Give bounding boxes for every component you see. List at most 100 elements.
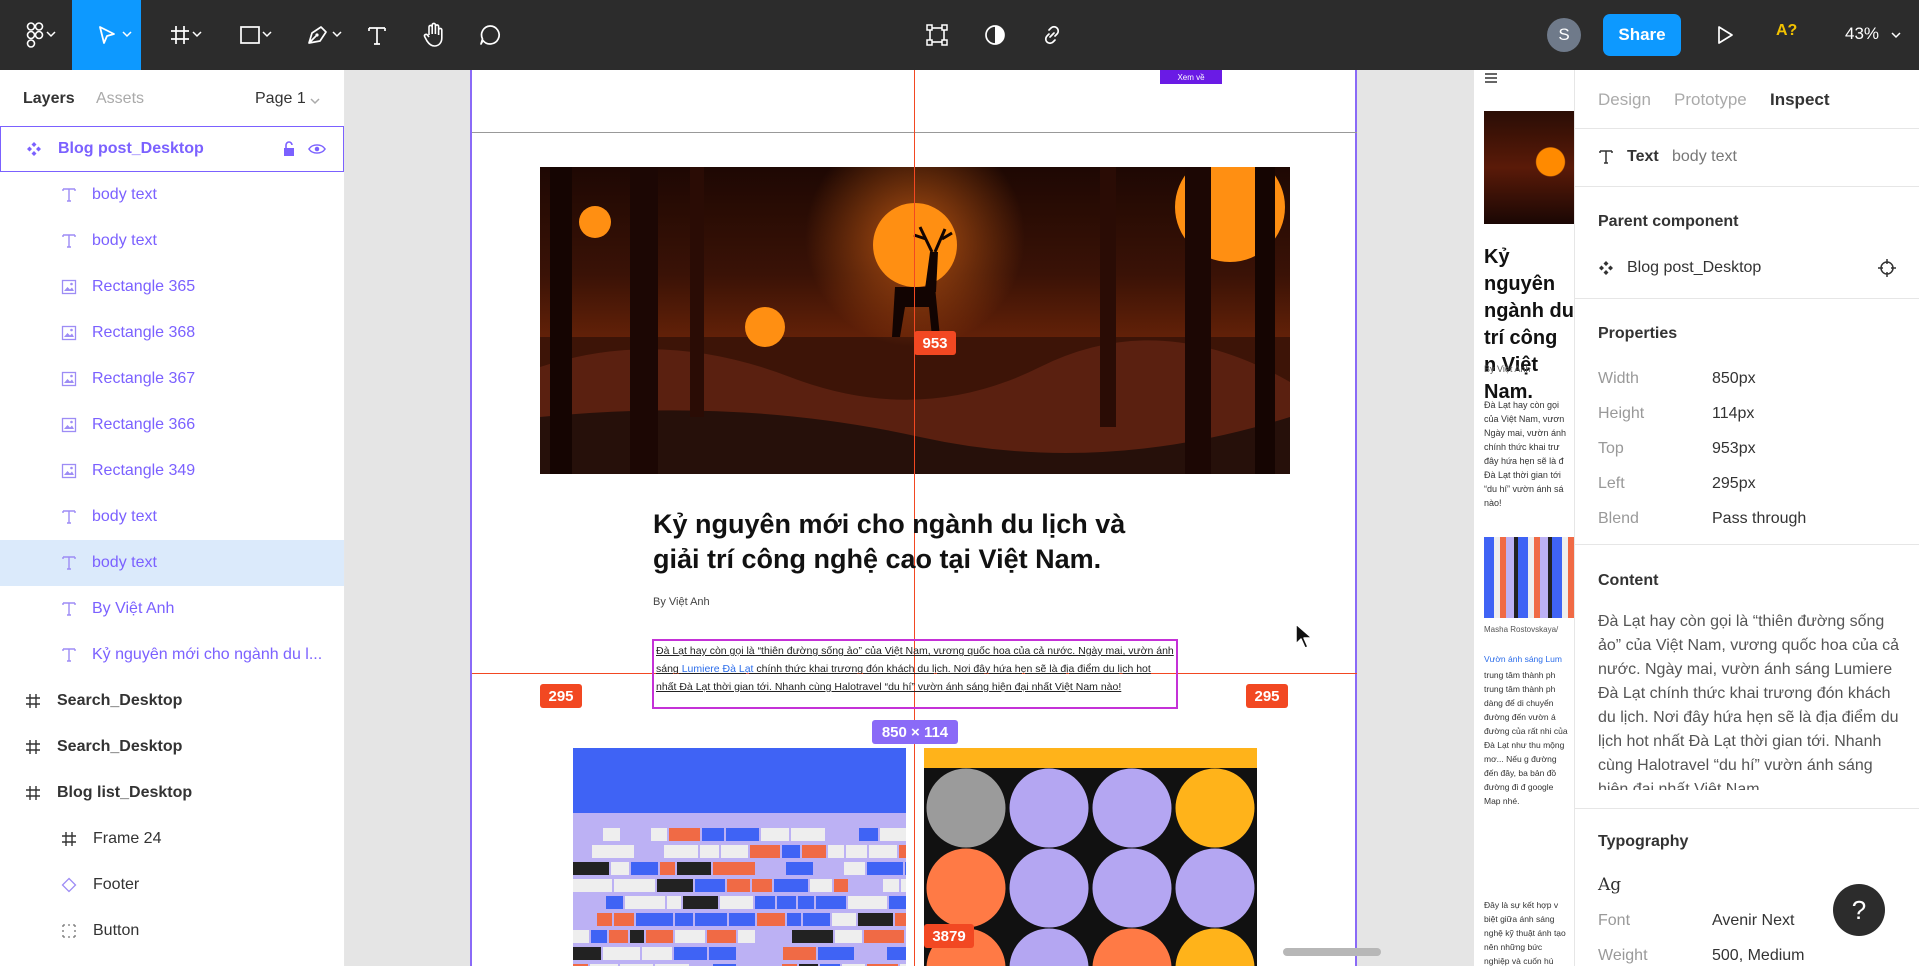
mobile-hero-image: [1484, 111, 1574, 224]
pen-tool-button[interactable]: [290, 0, 346, 70]
layer-item[interactable]: body text: [0, 172, 344, 218]
property-value[interactable]: 295px: [1712, 475, 1756, 493]
header-cta-button[interactable]: Xem về: [1160, 70, 1222, 84]
selected-body-text[interactable]: Đà Lạt hay còn gọi là “thiên đường sống …: [652, 639, 1178, 709]
page-name: Page 1: [255, 90, 306, 107]
stripe-block: [869, 845, 897, 858]
layer-label: Rectangle 367: [92, 370, 196, 387]
main-menu-button[interactable]: [10, 0, 60, 70]
article-headline[interactable]: Kỷ nguyên mới cho ngành du lịch và giải …: [653, 507, 1173, 577]
stripe-block: [883, 879, 899, 892]
measure-left-badge: 295: [540, 684, 582, 708]
mobile-title: Kỷ nguyên ngành du trí công n Việt Nam.: [1484, 246, 1574, 403]
stripe-block: [707, 930, 736, 943]
pattern-image-rectangle-365[interactable]: [573, 748, 906, 966]
stripe-block: [573, 862, 609, 875]
mobile-pattern-image: [1484, 537, 1574, 618]
tab-inspect[interactable]: Inspect: [1770, 90, 1830, 110]
stripe-block: [816, 896, 846, 909]
chevron-down-icon: [262, 31, 272, 38]
property-value[interactable]: 953px: [1712, 440, 1756, 458]
tab-prototype[interactable]: Prototype: [1674, 90, 1747, 110]
present-button[interactable]: [1705, 0, 1745, 70]
mobile-body-1: Đà Lạt hay còn gọi của Việt Nam, vươn Ng…: [1484, 400, 1566, 508]
layer-item[interactable]: Rectangle 368: [0, 310, 344, 356]
stripe-block: [729, 913, 755, 926]
layer-frame-item[interactable]: Frame 24: [0, 816, 344, 862]
property-value[interactable]: 850px: [1712, 370, 1756, 388]
property-value[interactable]: Pass through: [1712, 510, 1806, 528]
parent-component-name[interactable]: Blog post_Desktop: [1627, 259, 1761, 277]
layer-item[interactable]: Rectangle 365: [0, 264, 344, 310]
stripe-block: [848, 896, 887, 909]
selection-size-badge: 850 × 114: [872, 720, 958, 744]
layer-item[interactable]: Rectangle 366: [0, 402, 344, 448]
layer-item[interactable]: Rectangle 367: [0, 356, 344, 402]
body-text-link[interactable]: Lumiere Đà Lạt: [682, 663, 754, 675]
missing-fonts-button[interactable]: A?: [1776, 22, 1797, 40]
canvas-horizontal-scrollbar[interactable]: [1283, 948, 1381, 956]
layer-root-component[interactable]: Blog post_Desktop: [0, 126, 344, 172]
design-canvas[interactable]: Kỷ nguyên ngành du trí công n Việt Nam. …: [345, 70, 1574, 966]
stripe-block: [720, 896, 753, 909]
property-value[interactable]: 114px: [1712, 405, 1754, 423]
pattern-circle: [1008, 767, 1090, 849]
tab-design[interactable]: Design: [1598, 90, 1651, 110]
copy-link-button[interactable]: [1030, 0, 1074, 70]
layer-item[interactable]: Rectangle 349: [0, 448, 344, 494]
mobile-link[interactable]: Vườn ánh sáng Lum: [1484, 654, 1562, 664]
shape-tool-button[interactable]: [222, 0, 278, 70]
stripe-block: [611, 862, 629, 875]
stripe-block: [609, 930, 628, 943]
unlock-icon[interactable]: [280, 140, 298, 158]
user-avatar[interactable]: S: [1547, 18, 1581, 52]
stripe-block: [675, 913, 693, 926]
stripe-block: [901, 879, 906, 892]
text-tool-button[interactable]: [356, 0, 398, 70]
stripe-block: [791, 828, 825, 841]
frame-icon: [24, 784, 42, 802]
help-button[interactable]: ?: [1833, 884, 1885, 936]
tab-assets[interactable]: Assets: [96, 90, 144, 108]
layer-frame-item[interactable]: Button: [0, 908, 344, 954]
layer-item[interactable]: Kỷ nguyên mới cho ngành du l...: [0, 632, 344, 678]
mobile-caption: Masha Rostovskaya/: [1484, 625, 1559, 634]
share-button[interactable]: Share: [1603, 14, 1681, 56]
stripe-block: [905, 862, 906, 875]
hand-tool-button[interactable]: [412, 0, 456, 70]
zoom-dropdown[interactable]: 43%: [1845, 24, 1901, 44]
article-byline[interactable]: By Việt Anh: [653, 596, 710, 608]
stripe-block: [677, 862, 711, 875]
move-tool-button[interactable]: [72, 0, 141, 70]
layer-item[interactable]: By Việt Anh: [0, 586, 344, 632]
mobile-preview-frame[interactable]: Kỷ nguyên ngành du trí công n Việt Nam. …: [1474, 70, 1574, 966]
layer-frame-item[interactable]: Search_Desktop: [0, 724, 344, 770]
stripe-block: [614, 913, 634, 926]
layer-label: By Việt Anh: [92, 600, 175, 617]
layer-item[interactable]: body text: [0, 494, 344, 540]
pattern-circle: [1091, 767, 1173, 849]
tab-layers[interactable]: Layers: [23, 90, 75, 108]
mask-button[interactable]: [973, 0, 1017, 70]
stripe-block: [786, 862, 813, 875]
stripe-block: [695, 879, 725, 892]
eye-icon[interactable]: [308, 140, 326, 158]
chevron-down-icon: [122, 31, 132, 38]
page-selector[interactable]: Page 1: [255, 90, 320, 108]
hero-image-rectangle-349[interactable]: [540, 167, 1290, 474]
blog-post-desktop-frame[interactable]: Xem về Kỷ nguyên mới cho ngành du lịch v…: [470, 70, 1357, 966]
content-text[interactable]: Đà Lạt hay còn gọi là “thiên đường sống …: [1598, 610, 1903, 790]
layer-item[interactable]: body text: [0, 540, 344, 586]
layer-item[interactable]: body text: [0, 218, 344, 264]
stripe-block: [761, 828, 789, 841]
layer-frame-item[interactable]: Blog list_Desktop: [0, 770, 344, 816]
frame-tool-button[interactable]: [152, 0, 208, 70]
image-icon: [60, 324, 78, 342]
chevron-down-icon: [1891, 32, 1901, 39]
layer-label: Button: [93, 922, 140, 939]
edit-object-button[interactable]: [915, 0, 959, 70]
comment-tool-button[interactable]: [468, 0, 512, 70]
layer-frame-item[interactable]: Search_Desktop: [0, 678, 344, 724]
layer-frame-item[interactable]: Footer: [0, 862, 344, 908]
target-crosshair-icon[interactable]: [1877, 258, 1897, 278]
